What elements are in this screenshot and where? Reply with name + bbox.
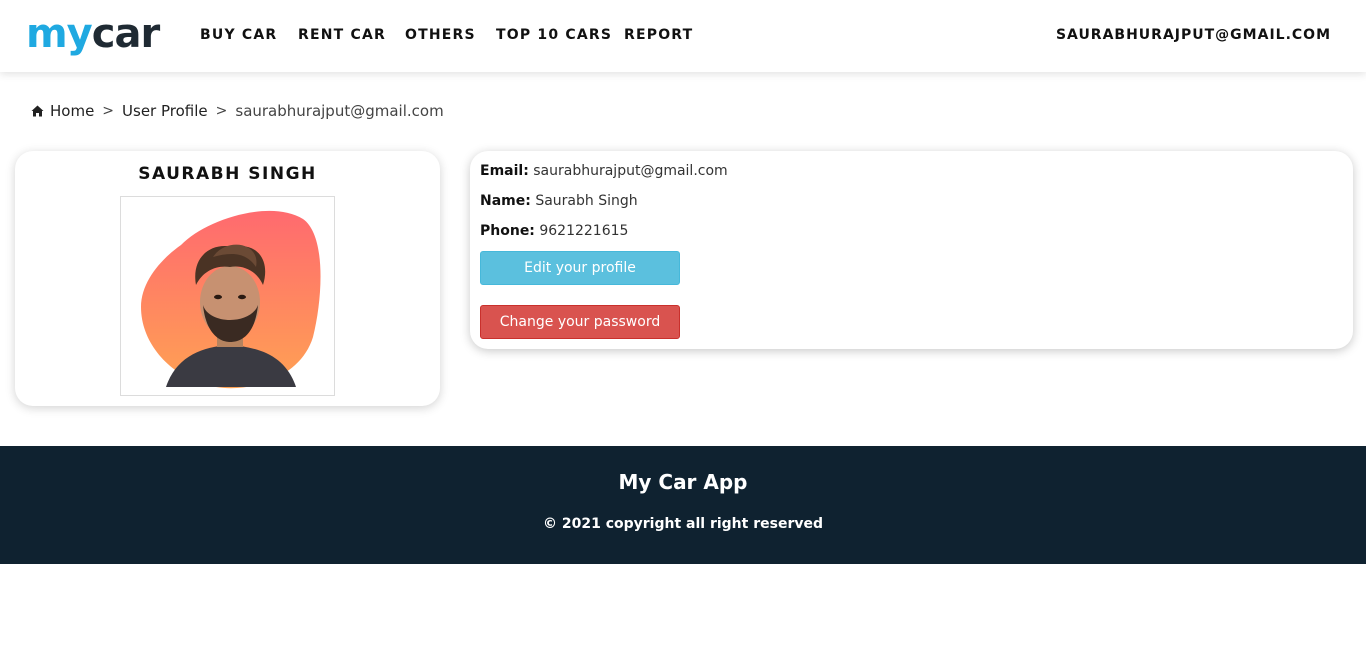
logo-part-car: car xyxy=(91,11,160,57)
chevron-right-icon: > xyxy=(215,103,228,119)
nav-rent-car[interactable]: RENT CAR xyxy=(298,26,386,44)
profile-name: SAURABH SINGH xyxy=(138,164,317,184)
home-icon xyxy=(31,105,44,117)
phone-row: Phone: 9621221615 xyxy=(480,221,628,241)
breadcrumb-user-profile[interactable]: User Profile xyxy=(122,101,208,121)
profile-details-card: Email: saurabhurajput@gmail.com Name: Sa… xyxy=(470,151,1353,349)
breadcrumb-current: saurabhurajput@gmail.com xyxy=(235,102,444,120)
profile-card: SAURABH SINGH xyxy=(15,151,440,406)
breadcrumb: Home > User Profile > saurabhurajput@gma… xyxy=(31,101,444,121)
chevron-right-icon: > xyxy=(102,103,115,119)
nav-user-email[interactable]: SAURABHURAJPUT@GMAIL.COM xyxy=(1056,26,1331,44)
footer-copyright: © 2021 copyright all right reserved xyxy=(543,516,823,532)
nav-report[interactable]: REPORT xyxy=(624,26,693,44)
mycar-logo[interactable]: mycar xyxy=(26,11,160,57)
change-password-button[interactable]: Change your password xyxy=(480,305,680,339)
top-navbar: mycar BUY CAR RENT CAR OTHERS TOP 10 CAR… xyxy=(0,0,1366,72)
phone-label: Phone: xyxy=(480,223,535,239)
footer: My Car App © 2021 copyright all right re… xyxy=(0,446,1366,564)
nav-top-10-cars[interactable]: TOP 10 CARS xyxy=(496,26,612,44)
footer-title: My Car App xyxy=(618,470,748,494)
nav-others[interactable]: OTHERS xyxy=(405,26,476,44)
phone-value: 9621221615 xyxy=(539,223,629,239)
profile-photo xyxy=(120,196,335,396)
edit-profile-button[interactable]: Edit your profile xyxy=(480,251,680,285)
nav-buy-car[interactable]: BUY CAR xyxy=(200,26,277,44)
name-row: Name: Saurabh Singh xyxy=(480,191,638,211)
email-value: saurabhurajput@gmail.com xyxy=(533,163,728,179)
email-label: Email: xyxy=(480,163,529,179)
avatar xyxy=(141,210,321,389)
logo-part-my: my xyxy=(26,11,93,57)
name-value: Saurabh Singh xyxy=(535,193,638,209)
breadcrumb-home[interactable]: Home xyxy=(50,101,94,121)
name-label: Name: xyxy=(480,193,531,209)
email-row: Email: saurabhurajput@gmail.com xyxy=(480,161,728,181)
